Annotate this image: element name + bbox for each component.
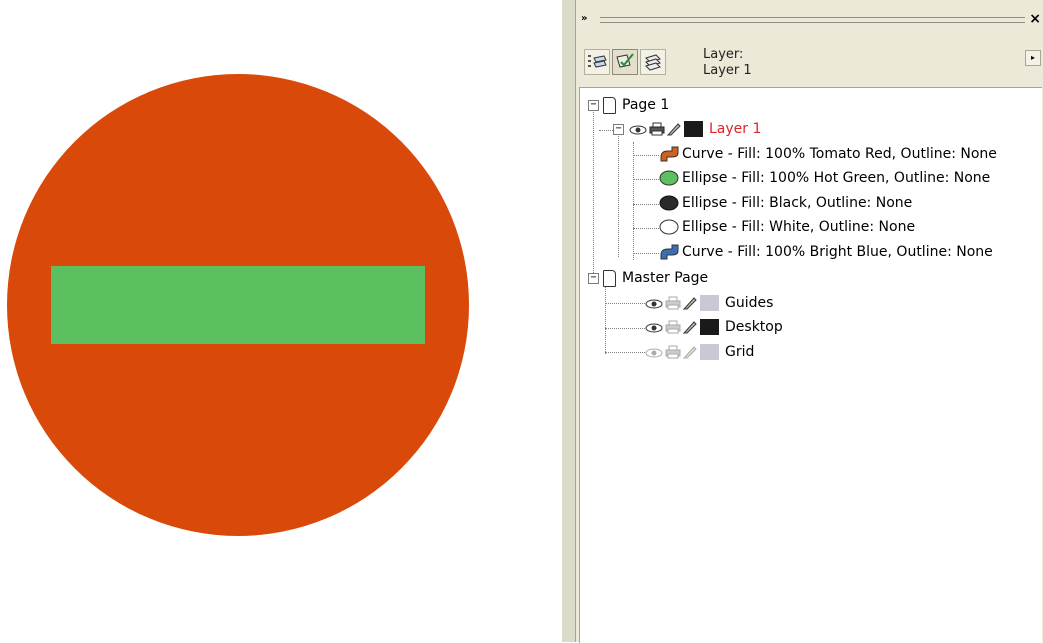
pencil-icon[interactable] — [683, 296, 697, 310]
tree-node-object[interactable]: Ellipse - Fill: 100% Hot Green, Outline:… — [580, 166, 1040, 190]
printer-icon[interactable] — [649, 122, 665, 136]
tree-node-desktop-layer[interactable]: Desktop — [580, 315, 1020, 339]
docker-titlebar[interactable]: » × — [576, 10, 1043, 32]
tree-node-object[interactable]: Curve - Fill: 100% Tomato Red, Outline: … — [580, 142, 1040, 166]
dock-arrows-icon[interactable]: » — [581, 13, 587, 24]
ellipse-black-icon — [659, 195, 679, 211]
eye-disabled-icon[interactable] — [645, 348, 663, 358]
tree-node-object[interactable]: Curve - Fill: 100% Bright Blue, Outline:… — [580, 240, 1040, 264]
page-1-label: Page 1 — [622, 97, 670, 113]
grid-label: Grid — [725, 344, 755, 360]
collapse-icon[interactable]: − — [613, 124, 624, 135]
close-icon[interactable]: × — [1029, 11, 1041, 27]
object-label: Ellipse - Fill: White, Outline: None — [682, 219, 916, 235]
collapse-icon[interactable]: − — [588, 100, 599, 111]
grip-handle[interactable] — [600, 17, 1025, 23]
flyout-menu-button[interactable]: ▸ — [1025, 50, 1041, 66]
object-label: Curve - Fill: 100% Bright Blue, Outline:… — [682, 244, 993, 260]
layer-manager-icon[interactable] — [640, 49, 666, 75]
printer-disabled-icon[interactable] — [665, 320, 681, 334]
printer-disabled-icon[interactable] — [665, 296, 681, 310]
layer-color-swatch[interactable] — [684, 121, 703, 137]
object-label: Ellipse - Fill: 100% Hot Green, Outline:… — [682, 170, 991, 186]
tree-node-master-page[interactable]: − Master Page — [580, 266, 1020, 290]
page-icon — [603, 97, 616, 114]
eye-icon[interactable] — [629, 125, 647, 135]
master-page-label: Master Page — [622, 270, 709, 286]
printer-disabled-icon[interactable] — [665, 345, 681, 359]
page-icon — [603, 270, 616, 287]
pencil-disabled-icon[interactable] — [683, 345, 697, 359]
pencil-icon[interactable] — [667, 122, 681, 136]
docker-edge[interactable] — [562, 0, 576, 642]
pencil-icon[interactable] — [683, 320, 697, 334]
green-bar-shape[interactable] — [51, 266, 425, 344]
layer-color-swatch[interactable] — [700, 344, 719, 360]
object-tree: − Page 1 − Layer 1 Curve - Fill: 100% To… — [579, 87, 1042, 643]
tree-node-guides-layer[interactable]: Guides — [580, 291, 1020, 315]
current-layer-label: Layer: — [703, 47, 744, 62]
drawing-canvas[interactable] — [0, 0, 562, 642]
tree-node-grid-layer[interactable]: Grid — [580, 340, 1020, 364]
tree-node-page-1[interactable]: − Page 1 — [580, 93, 1020, 117]
eye-icon[interactable] — [645, 323, 663, 333]
object-manager-docker: » × Layer: Layer 1 ▸ − Page 1 − Layer 1 … — [562, 0, 1043, 643]
docker-toolbar: Layer: Layer 1 ▸ — [576, 42, 1043, 86]
tree-node-layer-1[interactable]: − Layer 1 — [580, 117, 1020, 141]
eye-icon[interactable] — [645, 299, 663, 309]
collapse-icon[interactable]: − — [588, 273, 599, 284]
object-manager-layers-icon[interactable] — [584, 49, 610, 75]
ellipse-green-icon — [659, 170, 679, 186]
object-properties-icon[interactable] — [612, 49, 638, 75]
layer-color-swatch[interactable] — [700, 295, 719, 311]
ellipse-white-icon — [659, 219, 679, 235]
tree-node-object[interactable]: Ellipse - Fill: Black, Outline: None — [580, 191, 1040, 215]
guides-label: Guides — [725, 295, 774, 311]
curve-blue-icon — [660, 244, 679, 260]
object-label: Ellipse - Fill: Black, Outline: None — [682, 195, 913, 211]
curve-red-icon — [660, 146, 679, 162]
tree-node-object[interactable]: Ellipse - Fill: White, Outline: None — [580, 215, 1040, 239]
desktop-label: Desktop — [725, 319, 783, 335]
current-layer-name: Layer 1 — [703, 63, 752, 78]
layer-color-swatch[interactable] — [700, 319, 719, 335]
object-label: Curve - Fill: 100% Tomato Red, Outline: … — [682, 146, 997, 162]
layer-1-label: Layer 1 — [709, 121, 762, 137]
